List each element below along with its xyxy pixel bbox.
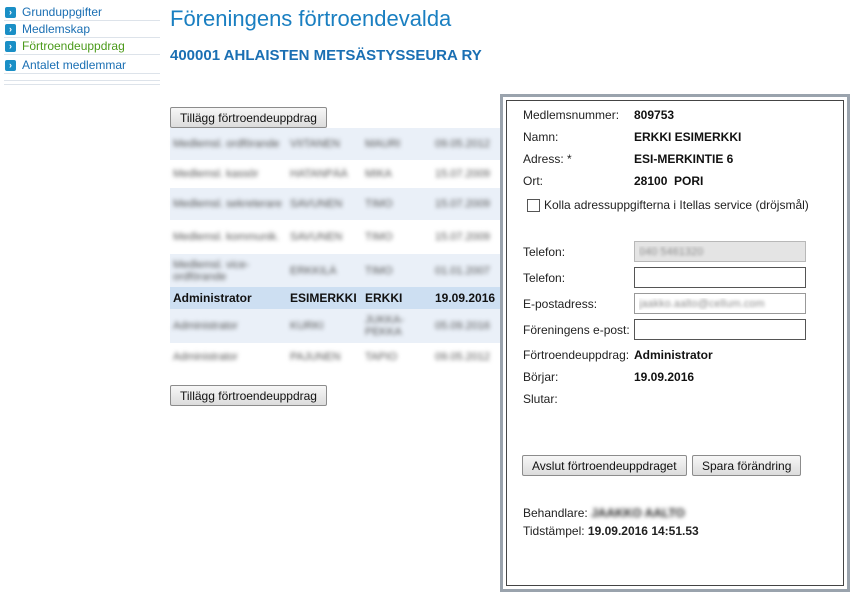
table-row[interactable]: Medlemsl. ordförande VIITANEN MAURI 09.0… [170, 128, 500, 160]
first-name-cell: TIMO [365, 264, 393, 277]
end-role-button[interactable]: Avslut förtroendeuppdraget [522, 455, 687, 476]
timestamp-row: Tidstämpel: 19.09.2016 14:51.53 [523, 524, 699, 538]
date-cell: 09.05.2012 [435, 138, 491, 150]
last-name-cell: VIITANEN [290, 138, 340, 150]
last-name-cell: ESIMERKKI [290, 291, 357, 305]
sidebar-item-label: Grunduppgifter [22, 5, 103, 19]
address-label: Adress: * [523, 152, 572, 166]
member-number-value: 809753 [634, 108, 675, 122]
member-detail-panel: Medlemsnummer: 809753 Namn: ERKKI ESIMER… [500, 94, 850, 592]
first-name-cell: TAPIO [365, 351, 398, 363]
role-cell: Administrator [173, 291, 252, 305]
last-name-cell: KURKI [290, 320, 324, 332]
phone2-label: Telefon: [523, 271, 566, 285]
handler-value: JAAKKO AALTO [591, 506, 685, 520]
member-number-label: Medlemsnummer: [523, 108, 620, 122]
add-role-button-bottom[interactable]: Tillägg förtroendeuppdrag [170, 385, 327, 406]
phone2-field[interactable] [634, 267, 806, 288]
role-cell: Administrator [173, 320, 238, 332]
city-value: 28100 PORI [634, 174, 704, 188]
role-value: Administrator [634, 348, 713, 362]
sidebar-item-grunduppgifter[interactable]: › Grunduppgifter [4, 4, 160, 21]
org-email-label: Föreningens e-post: [523, 323, 630, 337]
sidebar-item-antalet-medlemmar[interactable]: › Antalet medlemmar [4, 57, 160, 74]
handler-row: Behandlare: JAAKKO AALTO [523, 506, 685, 520]
date-cell: 15.07.2009 [435, 231, 491, 243]
end-label: Slutar: [523, 392, 558, 406]
timestamp-value: 19.09.2016 14:51.53 [587, 524, 699, 538]
phone1-field[interactable] [634, 241, 806, 262]
name-label: Namn: [523, 130, 559, 144]
first-name-cell: JUKKA-PEKKA [365, 314, 405, 338]
role-cell: Medlemsl. sekreterare [173, 198, 282, 210]
last-name-cell: ERKKILÄ [290, 264, 337, 277]
table-row[interactable]: Medlemsl. kassör HATANPÄÄ MIKA 15.07.200… [170, 160, 500, 188]
sidebar-item-fortroendeuppdrag[interactable]: › Förtroendeuppdrag [4, 38, 160, 55]
table-row[interactable]: Medlemsl. vice-ordförande ERKKILÄ TIMO 0… [170, 254, 500, 287]
sidebar-item-label: Förtroendeuppdrag [22, 39, 125, 53]
date-cell: 15.07.2009 [435, 168, 491, 180]
role-cell: Medlemsl. vice-ordförande [173, 258, 250, 283]
last-name-cell: SAVUNEN [290, 231, 343, 243]
date-cell: 01.01.2007 [435, 264, 491, 277]
table-row-selected[interactable]: Administrator ESIMERKKI ERKKI 19.09.2016 [170, 287, 500, 309]
table-row[interactable]: Administrator PAJUNEN TAPIO 09.05.2012 [170, 343, 500, 371]
last-name-cell: PAJUNEN [290, 351, 341, 363]
organization-name: 400001 AHLAISTEN METSÄSTYSSEURA RY [170, 47, 482, 64]
chevron-right-icon: › [5, 6, 16, 18]
role-cell: Medlemsl. kommunik. [173, 231, 280, 243]
address-check-row: Kolla adressuppgifterna i Itellas servic… [527, 198, 809, 212]
role-cell: Administrator [173, 351, 238, 363]
page-title: Föreningens förtroendevalda [170, 6, 452, 31]
add-role-button-top[interactable]: Tillägg förtroendeuppdrag [170, 107, 327, 128]
start-label: Börjar: [523, 370, 559, 384]
handler-label: Behandlare: [523, 506, 588, 520]
role-cell: Medlemsl. kassör [173, 168, 259, 180]
table-row[interactable]: Medlemsl. kommunik. SAVUNEN TIMO 15.07.2… [170, 220, 500, 254]
table-row[interactable]: Administrator KURKI JUKKA-PEKKA 05.09.20… [170, 309, 500, 343]
last-name-cell: HATANPÄÄ [290, 168, 348, 180]
org-email-field[interactable] [634, 319, 806, 340]
start-value: 19.09.2016 [634, 370, 695, 384]
date-cell: 09.05.2012 [435, 351, 491, 363]
address-check-label: Kolla adressuppgifterna i Itellas servic… [544, 198, 809, 212]
city-label: Ort: [523, 174, 543, 188]
roles-table: Medlemsl. ordförande VIITANEN MAURI 09.0… [170, 128, 500, 371]
first-name-cell: TIMO [365, 231, 393, 243]
chevron-right-icon: › [5, 59, 16, 71]
last-name-cell: SAVUNEN [290, 198, 343, 210]
sidebar: › Grunduppgifter › Medlemskap › Förtroen… [4, 4, 160, 88]
save-changes-button[interactable]: Spara förändring [692, 455, 802, 476]
date-cell: 05.09.2016 [435, 320, 491, 332]
email-label: E-postadress: [523, 297, 598, 311]
date-cell: 19.09.2016 [435, 291, 496, 305]
first-name-cell: TIMO [365, 198, 393, 210]
address-value: ESI-MERKINTIE 6 [634, 152, 734, 166]
role-cell: Medlemsl. ordförande [173, 138, 280, 150]
chevron-right-icon: › [5, 40, 16, 52]
first-name-cell: ERKKI [365, 291, 403, 305]
chevron-right-icon: › [5, 23, 16, 35]
date-cell: 15.07.2009 [435, 198, 491, 210]
address-check-checkbox[interactable] [527, 198, 540, 212]
role-label: Förtroendeuppdrag: [523, 348, 630, 362]
first-name-cell: MAURI [365, 138, 401, 150]
member-detail-inner: Medlemsnummer: 809753 Namn: ERKKI ESIMER… [506, 100, 844, 586]
table-row[interactable]: Medlemsl. sekreterare SAVUNEN TIMO 15.07… [170, 188, 500, 220]
sidebar-item-label: Medlemskap [22, 22, 91, 36]
name-value: ERKKI ESIMERKKI [634, 130, 742, 144]
first-name-cell: MIKA [365, 168, 392, 180]
sidebar-item-medlemskap[interactable]: › Medlemskap [4, 21, 160, 38]
sidebar-item-label: Antalet medlemmar [22, 58, 127, 72]
timestamp-label: Tidstämpel: [523, 524, 585, 538]
phone1-label: Telefon: [523, 245, 566, 259]
email-field[interactable] [634, 293, 806, 314]
sidebar-divider [4, 80, 160, 85]
